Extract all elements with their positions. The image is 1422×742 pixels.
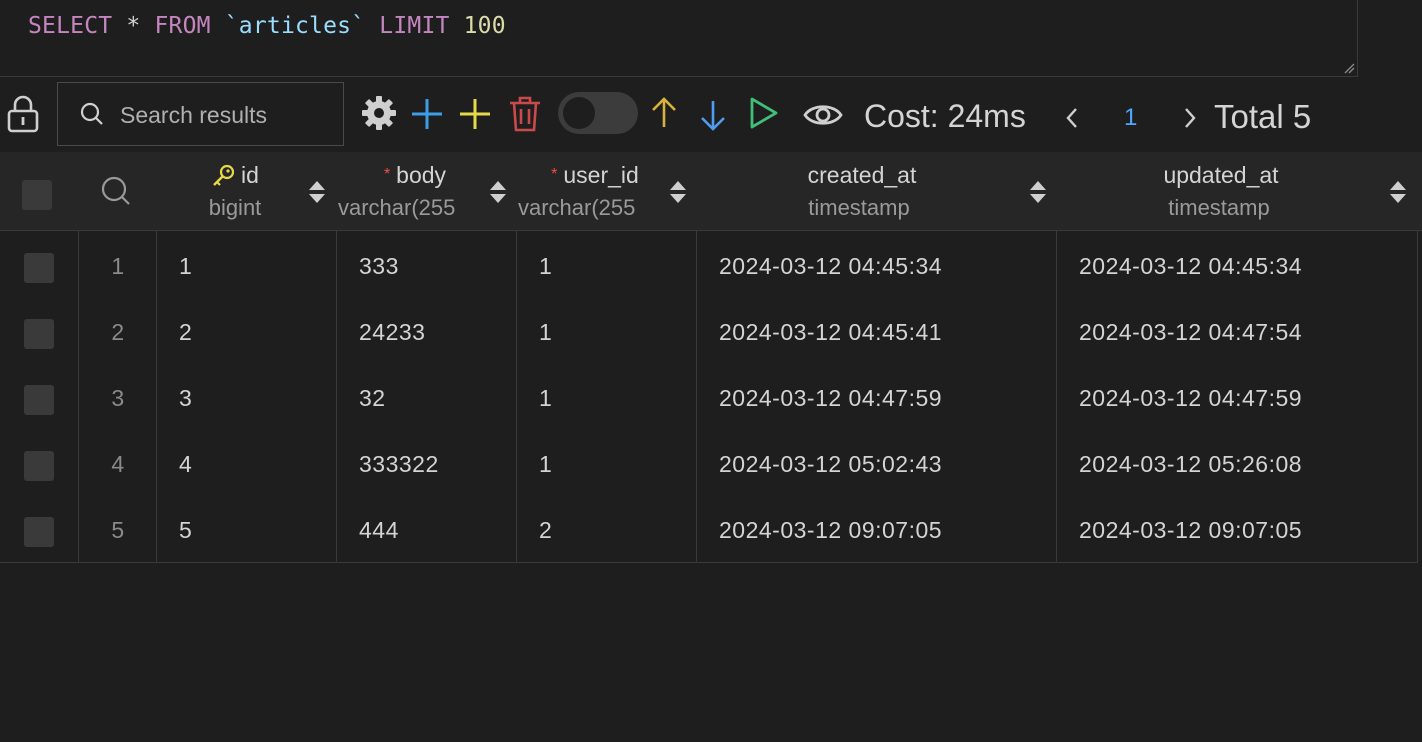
column-type: bigint <box>208 195 262 220</box>
column-name: updated_at <box>1163 162 1279 188</box>
cell-updated-at[interactable]: 2024-03-12 09:07:05 <box>1079 497 1302 563</box>
cell-user-id[interactable]: 1 <box>539 299 552 365</box>
row-number: 5 <box>111 517 125 543</box>
row-checkbox[interactable] <box>24 253 54 283</box>
eye-icon[interactable] <box>803 101 843 129</box>
page-number[interactable]: 1 <box>1124 104 1137 132</box>
row-checkbox[interactable] <box>24 517 54 547</box>
column-header-user-id[interactable]: * user_id varchar(255 <box>518 152 696 231</box>
row-checkbox[interactable] <box>24 385 54 415</box>
search-results-box[interactable] <box>57 82 344 146</box>
resize-grip-icon[interactable] <box>1343 62 1355 74</box>
chevron-right-icon[interactable] <box>1182 106 1198 130</box>
row-number: 3 <box>111 385 125 411</box>
arrow-down-icon[interactable] <box>699 98 727 132</box>
add-row-icon[interactable] <box>410 97 444 131</box>
total-count: Total 5 <box>1214 98 1312 135</box>
sort-icon[interactable] <box>1389 180 1407 204</box>
column-header-updated-at[interactable]: updated_at timestamp <box>1058 152 1418 231</box>
cell-id[interactable]: 2 <box>179 299 192 365</box>
toggle-knob <box>563 97 595 129</box>
table-row[interactable]: 5 5 444 2 2024-03-12 09:07:05 2024-03-12… <box>0 497 1418 563</box>
column-type: varchar(255 <box>518 195 636 220</box>
cell-user-id[interactable]: 1 <box>539 431 552 497</box>
cell-user-id[interactable]: 1 <box>539 365 552 431</box>
column-user-id-title: * user_id <box>518 162 672 189</box>
cell-created-at[interactable]: 2024-03-12 09:07:05 <box>719 497 942 563</box>
row-number: 1 <box>111 253 125 279</box>
cell-created-at[interactable]: 2024-03-12 04:45:34 <box>719 233 942 299</box>
cell-updated-at[interactable]: 2024-03-12 04:47:54 <box>1079 299 1302 365</box>
column-id-title: id <box>134 162 336 189</box>
search-icon <box>80 102 103 125</box>
column-name: body <box>396 162 447 188</box>
row-number: 2 <box>111 319 125 345</box>
lock-icon[interactable] <box>7 95 39 133</box>
column-type: timestamp <box>808 195 910 220</box>
trash-icon[interactable] <box>508 95 542 133</box>
column-header-body[interactable]: * body varchar(255 <box>338 152 516 231</box>
gear-icon[interactable] <box>361 95 397 131</box>
table-row[interactable]: 1 1 333 1 2024-03-12 04:45:34 2024-03-12… <box>0 233 1418 299</box>
chevron-left-icon[interactable] <box>1064 106 1080 130</box>
cell-updated-at[interactable]: 2024-03-12 04:47:59 <box>1079 365 1302 431</box>
column-name: id <box>241 162 259 188</box>
sort-icon[interactable] <box>489 180 507 204</box>
table-row[interactable]: 4 4 333322 1 2024-03-12 05:02:43 2024-03… <box>0 431 1418 497</box>
row-checkbox[interactable] <box>24 451 54 481</box>
column-name: created_at <box>807 162 917 188</box>
column-type: timestamp <box>1168 195 1270 220</box>
table-header: id bigint * body varchar(255 * user_id var… <box>0 152 1422 231</box>
column-header-created-at[interactable]: created_at timestamp <box>698 152 1056 231</box>
required-marker: * <box>383 166 391 183</box>
cell-user-id[interactable]: 2 <box>539 497 552 563</box>
cell-created-at[interactable]: 2024-03-12 05:02:43 <box>719 431 942 497</box>
cell-body[interactable]: 333322 <box>359 431 439 497</box>
sql-keyword-select: SELECT <box>28 13 113 39</box>
sql-keyword-limit: LIMIT <box>379 13 450 39</box>
cell-created-at[interactable]: 2024-03-12 04:45:41 <box>719 299 942 365</box>
cell-id[interactable]: 5 <box>179 497 192 563</box>
sort-icon[interactable] <box>308 180 326 204</box>
cell-id[interactable]: 1 <box>179 233 192 299</box>
table-row[interactable]: 3 3 32 1 2024-03-12 04:47:59 2024-03-12 … <box>0 365 1418 431</box>
search-input[interactable] <box>118 97 332 133</box>
sql-table-name: `articles` <box>224 13 366 39</box>
select-all-checkbox[interactable] <box>22 180 52 210</box>
sql-keyword-from: FROM <box>154 13 211 39</box>
row-number: 4 <box>111 451 125 477</box>
results-toolbar: Cost: 24ms 1 Total 5 <box>0 82 1422 150</box>
sql-star: * <box>126 13 141 39</box>
table-row[interactable]: 2 2 24233 1 2024-03-12 04:45:41 2024-03-… <box>0 299 1418 365</box>
cell-body[interactable]: 24233 <box>359 299 425 365</box>
cell-id[interactable]: 3 <box>179 365 192 431</box>
column-type: varchar(255 <box>338 195 456 220</box>
cell-id[interactable]: 4 <box>179 431 192 497</box>
key-icon <box>213 164 235 186</box>
sort-icon[interactable] <box>669 180 687 204</box>
arrow-up-icon[interactable] <box>650 96 678 130</box>
row-checkbox[interactable] <box>24 319 54 349</box>
query-cost: Cost: 24ms <box>864 98 1026 134</box>
cell-body[interactable]: 333 <box>359 233 399 299</box>
column-name: user_id <box>563 162 639 188</box>
sql-editor[interactable]: SELECT * FROM `articles` LIMIT 100 <box>0 0 1358 77</box>
search-icon[interactable] <box>101 176 131 206</box>
column-body-title: * body <box>338 162 492 189</box>
play-icon[interactable] <box>749 96 779 130</box>
cell-user-id[interactable]: 1 <box>539 233 552 299</box>
cell-updated-at[interactable]: 2024-03-12 05:26:08 <box>1079 431 1302 497</box>
insert-row-icon[interactable] <box>458 97 492 131</box>
cell-body[interactable]: 32 <box>359 365 386 431</box>
column-header-id[interactable]: id bigint <box>158 152 336 231</box>
cell-updated-at[interactable]: 2024-03-12 04:45:34 <box>1079 233 1302 299</box>
required-marker: * <box>551 166 558 183</box>
sql-query[interactable]: SELECT * FROM `articles` LIMIT 100 <box>28 13 506 39</box>
cell-body[interactable]: 444 <box>359 497 399 563</box>
edit-mode-toggle[interactable] <box>558 92 638 134</box>
sql-limit-value: 100 <box>463 13 506 39</box>
cell-created-at[interactable]: 2024-03-12 04:47:59 <box>719 365 942 431</box>
sort-icon[interactable] <box>1029 180 1047 204</box>
